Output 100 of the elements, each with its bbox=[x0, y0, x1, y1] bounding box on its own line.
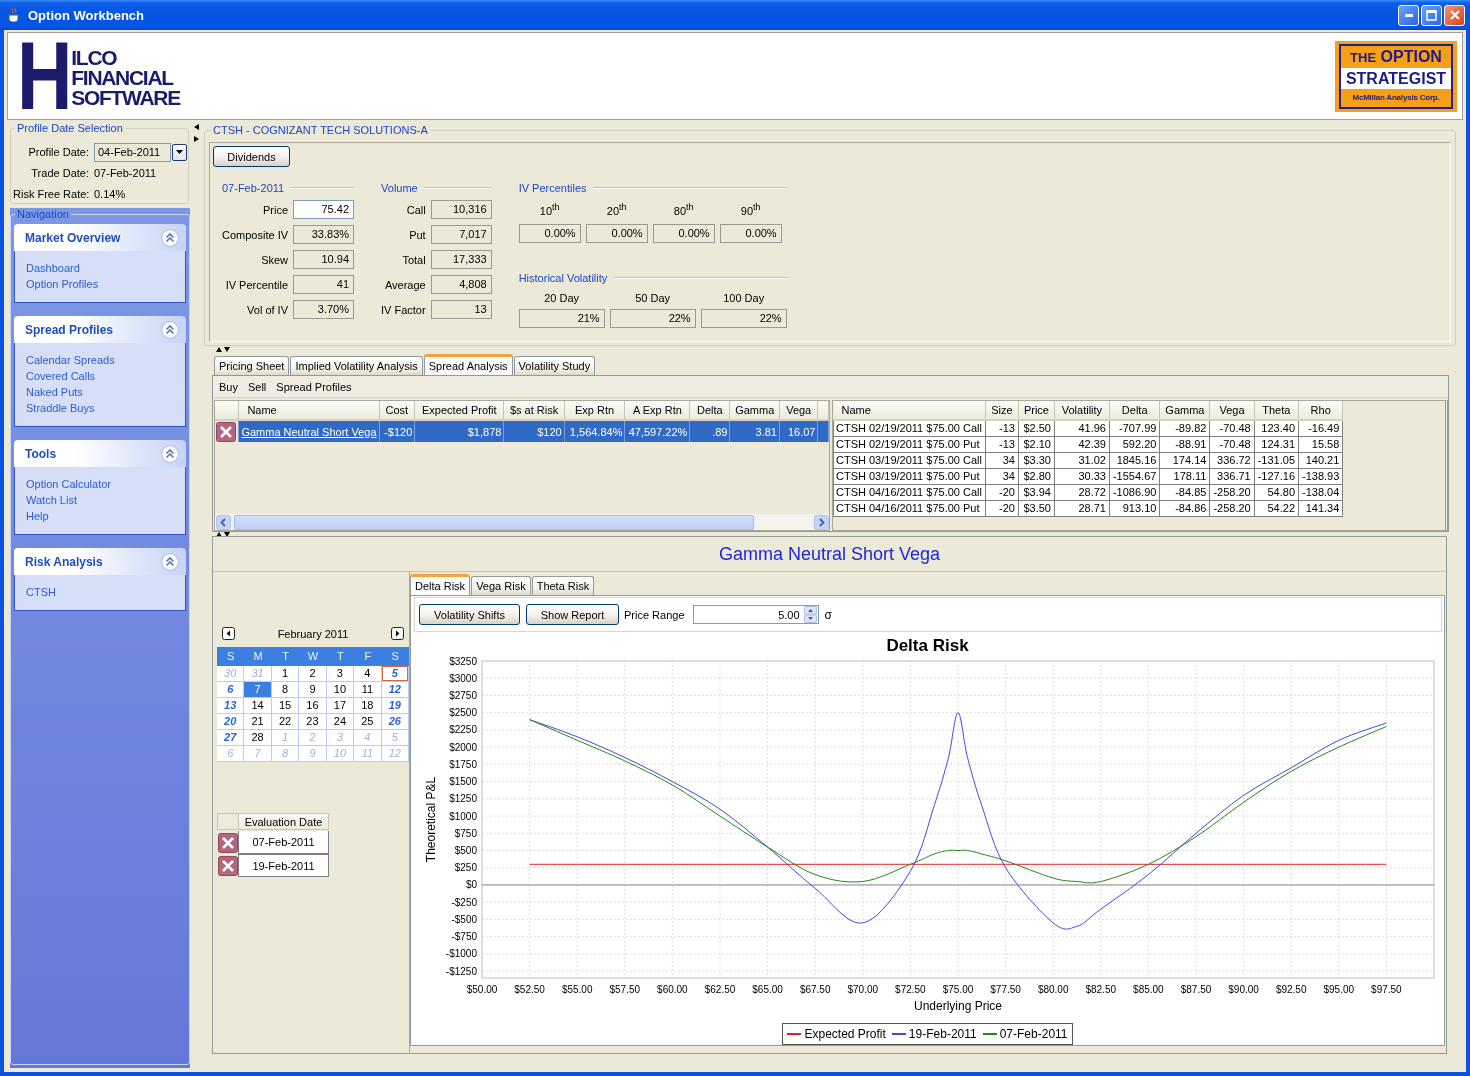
tab[interactable]: Pricing Sheet bbox=[214, 356, 290, 375]
splitter-arrows-icon[interactable] bbox=[216, 346, 230, 352]
toolbar-button[interactable]: Volatility Shifts bbox=[419, 604, 520, 625]
calendar-day[interactable]: 1 bbox=[271, 666, 300, 682]
column-header[interactable]: Vega bbox=[779, 401, 818, 420]
column-header[interactable]: Evaluation Date bbox=[238, 813, 329, 830]
minimize-button[interactable] bbox=[1398, 4, 1419, 26]
calendar-day[interactable]: 7 bbox=[244, 682, 272, 698]
double-chevron-icon[interactable] bbox=[161, 228, 179, 247]
column-header[interactable]: Exp Rtn bbox=[564, 401, 625, 420]
calendar-day[interactable]: 4 bbox=[354, 666, 382, 682]
toolbar-button[interactable]: Show Report bbox=[526, 604, 619, 625]
maximize-button[interactable] bbox=[1421, 4, 1442, 26]
menu-item[interactable]: Buy bbox=[214, 378, 243, 395]
dividends-button[interactable]: Dividends bbox=[213, 146, 290, 167]
menu-item[interactable]: Sell bbox=[242, 378, 272, 395]
value-field: 0.00% bbox=[518, 224, 581, 243]
column-header[interactable]: Name bbox=[238, 401, 379, 420]
column-header[interactable]: Delta bbox=[689, 401, 730, 420]
tab[interactable]: Vega Risk bbox=[471, 576, 531, 595]
date-field[interactable]: 04-Feb-2011 bbox=[94, 142, 171, 162]
column-header[interactable]: Vega bbox=[1209, 401, 1255, 420]
calendar-day[interactable]: 17 bbox=[326, 698, 355, 714]
calendar-day[interactable]: 27 bbox=[217, 730, 245, 746]
nav-link[interactable]: Watch List bbox=[26, 492, 77, 508]
column-header[interactable]: Cost bbox=[379, 401, 415, 420]
splitter-arrows-icon[interactable] bbox=[216, 531, 230, 537]
table-row[interactable]: Gamma Neutral Short Vega -$120 $1,878 $120 1,564.84% 47,597.22% .89 3.81 16.07 bbox=[215, 420, 829, 442]
menu-item[interactable]: Spread Profiles bbox=[271, 378, 357, 395]
calendar-day[interactable]: 13 bbox=[217, 698, 245, 714]
nav-link[interactable]: Straddle Buys bbox=[26, 400, 95, 416]
column-header[interactable]: Volatility bbox=[1054, 401, 1110, 420]
calendar-day[interactable]: 24 bbox=[326, 714, 355, 730]
scrollbar-thumb[interactable] bbox=[234, 514, 754, 530]
axis-tick-label: -$1250 bbox=[445, 965, 477, 977]
section-title[interactable]: Market Overview bbox=[25, 230, 121, 245]
tab[interactable]: Theta Risk bbox=[531, 576, 595, 595]
nav-link[interactable]: Naked Puts bbox=[26, 384, 83, 400]
nav-link[interactable]: Option Calculator bbox=[26, 476, 111, 492]
calendar-day[interactable]: 23 bbox=[299, 714, 327, 730]
double-chevron-icon[interactable] bbox=[161, 444, 179, 463]
calendar-day[interactable]: 22 bbox=[271, 714, 300, 730]
close-icon[interactable] bbox=[217, 832, 238, 853]
nav-link[interactable]: Option Profiles bbox=[26, 276, 99, 292]
column-label: 50 Day bbox=[634, 292, 672, 304]
column-header[interactable]: Delta bbox=[1109, 401, 1160, 420]
calendar-day[interactable]: 8 bbox=[271, 682, 300, 698]
calendar-day[interactable]: 14 bbox=[244, 698, 272, 714]
column-header[interactable]: Price bbox=[1018, 401, 1055, 420]
value-field[interactable]: 75.42 bbox=[293, 200, 355, 219]
nav-link[interactable]: Covered Calls bbox=[26, 368, 96, 384]
column-header[interactable]: $s at Risk bbox=[503, 401, 565, 420]
scrollbar[interactable] bbox=[215, 514, 829, 530]
section-title[interactable]: Risk Analysis bbox=[25, 554, 103, 569]
calendar-day[interactable]: 21 bbox=[244, 714, 272, 730]
value-field: 7,017 bbox=[430, 225, 492, 244]
nav-link[interactable]: Dashboard bbox=[26, 260, 80, 276]
close-icon[interactable] bbox=[217, 855, 238, 876]
column-header[interactable]: Gamma bbox=[730, 401, 780, 420]
tab[interactable]: Spread Analysis bbox=[423, 354, 513, 375]
column-header[interactable]: Gamma bbox=[1159, 401, 1210, 420]
calendar-day[interactable]: 20 bbox=[217, 714, 245, 730]
calendar-day[interactable]: 19 bbox=[381, 698, 409, 714]
tab[interactable]: Volatility Study bbox=[513, 356, 596, 375]
price-range-field[interactable]: 5.00 bbox=[692, 605, 819, 624]
double-chevron-icon[interactable] bbox=[161, 552, 179, 571]
column-header[interactable]: Size bbox=[985, 401, 1019, 420]
calendar-day[interactable]: 2 bbox=[299, 666, 327, 682]
calendar-day[interactable]: 3 bbox=[326, 666, 355, 682]
dropdown-button[interactable] bbox=[172, 143, 187, 161]
calendar-day[interactable]: 9 bbox=[299, 682, 327, 698]
column-header[interactable]: Name bbox=[833, 401, 986, 420]
close-button[interactable] bbox=[1444, 4, 1465, 26]
calendar-day[interactable]: 10 bbox=[326, 682, 355, 698]
column-header[interactable]: Rho bbox=[1298, 401, 1343, 420]
calendar-day[interactable]: 12 bbox=[381, 682, 409, 698]
calendar-day[interactable]: 15 bbox=[271, 698, 300, 714]
nav-link[interactable]: Help bbox=[26, 508, 49, 524]
tab[interactable]: Delta Risk bbox=[410, 574, 471, 595]
tab[interactable]: Implied Volatility Analysis bbox=[290, 356, 423, 375]
calendar-day[interactable]: 28 bbox=[244, 730, 272, 746]
splitter-arrows-icon[interactable] bbox=[193, 124, 199, 142]
calendar-day[interactable]: 18 bbox=[354, 698, 382, 714]
nav-link[interactable]: CTSH bbox=[26, 584, 56, 600]
nav-link[interactable]: Calendar Spreads bbox=[26, 352, 115, 368]
calendar-day[interactable]: 11 bbox=[354, 682, 382, 698]
column-header[interactable]: Theta bbox=[1254, 401, 1299, 420]
value-field: 0.00% bbox=[585, 224, 648, 243]
section-title[interactable]: Spread Profiles bbox=[25, 322, 114, 337]
spinner-arrows-icon[interactable] bbox=[803, 606, 817, 623]
column-header[interactable]: A Exp Rtn bbox=[624, 401, 690, 420]
calendar-day[interactable]: 25 bbox=[354, 714, 382, 730]
section-title[interactable]: Tools bbox=[25, 446, 57, 461]
double-chevron-icon[interactable] bbox=[161, 320, 179, 339]
calendar-day[interactable]: 16 bbox=[299, 698, 327, 714]
column-label: 90$^{th}$ bbox=[739, 202, 762, 217]
calendar-day[interactable]: 26 bbox=[381, 714, 409, 730]
calendar-day[interactable]: 5 bbox=[381, 666, 409, 682]
close-icon[interactable] bbox=[216, 421, 236, 442]
column-header[interactable]: Expected Profit bbox=[414, 401, 504, 420]
